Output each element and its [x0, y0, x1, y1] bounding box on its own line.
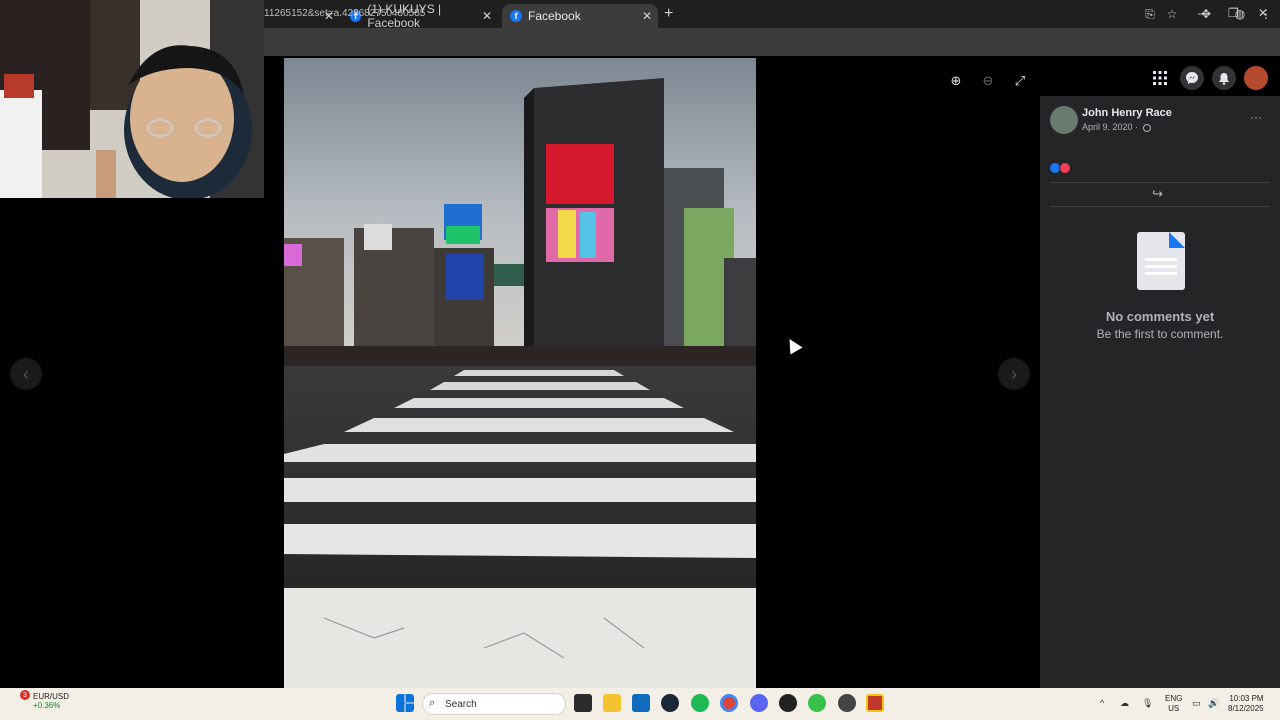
- bell-icon[interactable]: [1212, 66, 1236, 90]
- display-icon[interactable]: ▭: [1192, 698, 1201, 709]
- post-date-text[interactable]: April 9, 2020 ·: [1082, 122, 1138, 132]
- search-icon: ⌕: [429, 697, 436, 709]
- app-icon[interactable]: [779, 694, 797, 712]
- post-date[interactable]: April 9, 2020 ·: [1082, 122, 1151, 132]
- lang-code: ENG: [1165, 694, 1183, 703]
- microphone-icon[interactable]: 🎙: [1142, 698, 1153, 709]
- clock-time: 10:03 PM: [1229, 694, 1264, 703]
- volume-icon[interactable]: 🔊: [1208, 698, 1219, 709]
- bookmark-star-icon[interactable]: ☆: [1164, 6, 1180, 22]
- profile-icon[interactable]: ◍: [1232, 6, 1248, 22]
- file-explorer-icon[interactable]: [603, 694, 621, 712]
- install-app-icon[interactable]: ⎘: [1142, 6, 1158, 22]
- clock-date: 8/12/2025: [1228, 704, 1264, 713]
- zoom-in-icon[interactable]: ⊕: [945, 70, 967, 92]
- shibuya-crossing-image: [284, 58, 756, 688]
- language-indicator[interactable]: ENG US: [1165, 694, 1182, 714]
- onedrive-icon[interactable]: ☁: [1120, 698, 1129, 709]
- divider: [1050, 182, 1270, 183]
- steam-icon[interactable]: [661, 694, 679, 712]
- ticker-notification-badge: 3: [20, 690, 30, 700]
- fullscreen-icon[interactable]: ⤢: [1009, 70, 1031, 92]
- region-code: US: [1168, 704, 1180, 713]
- webcam-overlay: [0, 0, 264, 198]
- app-icon[interactable]: [866, 694, 884, 712]
- ticker-symbol: EUR/USD: [33, 692, 70, 701]
- love-reaction-icon: [1059, 162, 1071, 174]
- close-tab-icon[interactable]: ✕: [642, 9, 652, 23]
- profile-avatar[interactable]: [1244, 66, 1268, 90]
- facebook-favicon-icon: f: [510, 10, 522, 22]
- task-view-icon[interactable]: [574, 694, 592, 712]
- next-photo-button[interactable]: ›: [998, 358, 1030, 390]
- apps-grid-icon[interactable]: [1148, 66, 1172, 90]
- new-tab-button[interactable]: +: [664, 5, 673, 23]
- search-placeholder: Search: [445, 698, 477, 710]
- reaction-summary[interactable]: [1049, 162, 1071, 174]
- taskbar-search[interactable]: ⌕ Search: [422, 693, 566, 715]
- ticker-widget[interactable]: EUR/USD +0.36%: [33, 692, 69, 710]
- messenger-icon[interactable]: [1180, 66, 1204, 90]
- store-icon[interactable]: [632, 694, 650, 712]
- globe-icon: [1142, 123, 1151, 132]
- app-icon[interactable]: [808, 694, 826, 712]
- spotify-icon[interactable]: [691, 694, 709, 712]
- tab-facebook-active[interactable]: f Facebook ✕: [502, 4, 658, 28]
- zoom-out-icon[interactable]: ⊖: [977, 70, 999, 92]
- no-comments-subtitle: Be the first to comment.: [1096, 327, 1224, 341]
- share-icon[interactable]: ↪: [1152, 186, 1163, 202]
- more-options-button[interactable]: ···: [1250, 110, 1262, 124]
- discord-icon[interactable]: [750, 694, 768, 712]
- extensions-icon[interactable]: ✥: [1198, 6, 1214, 22]
- divider: [1050, 206, 1270, 207]
- tab-label: Facebook: [528, 9, 581, 23]
- poster-avatar[interactable]: [1050, 106, 1078, 134]
- close-tab-icon[interactable]: ✕: [482, 9, 492, 23]
- document-icon: [1137, 232, 1185, 290]
- url-text[interactable]: 11265152&set=a.428682750480585: [264, 8, 425, 19]
- no-comments-title: No comments yet: [1105, 309, 1215, 324]
- chrome-icon[interactable]: [720, 694, 738, 712]
- poster-name[interactable]: John Henry Race: [1082, 107, 1172, 119]
- tray-overflow-icon[interactable]: ^: [1100, 698, 1104, 708]
- ticker-change: +0.36%: [33, 701, 61, 710]
- system-clock[interactable]: 10:03 PM 8/12/2025: [1228, 694, 1264, 714]
- app-icon[interactable]: [838, 694, 856, 712]
- photo[interactable]: [284, 58, 756, 688]
- previous-photo-button[interactable]: ‹: [10, 358, 42, 390]
- post-side-panel: [1040, 96, 1280, 688]
- screen: ‹ › ⊕ ⊖ ⤢ John Henry Race April 9, 2020 …: [0, 0, 1280, 720]
- browser-menu-icon[interactable]: ⋮: [1258, 6, 1274, 22]
